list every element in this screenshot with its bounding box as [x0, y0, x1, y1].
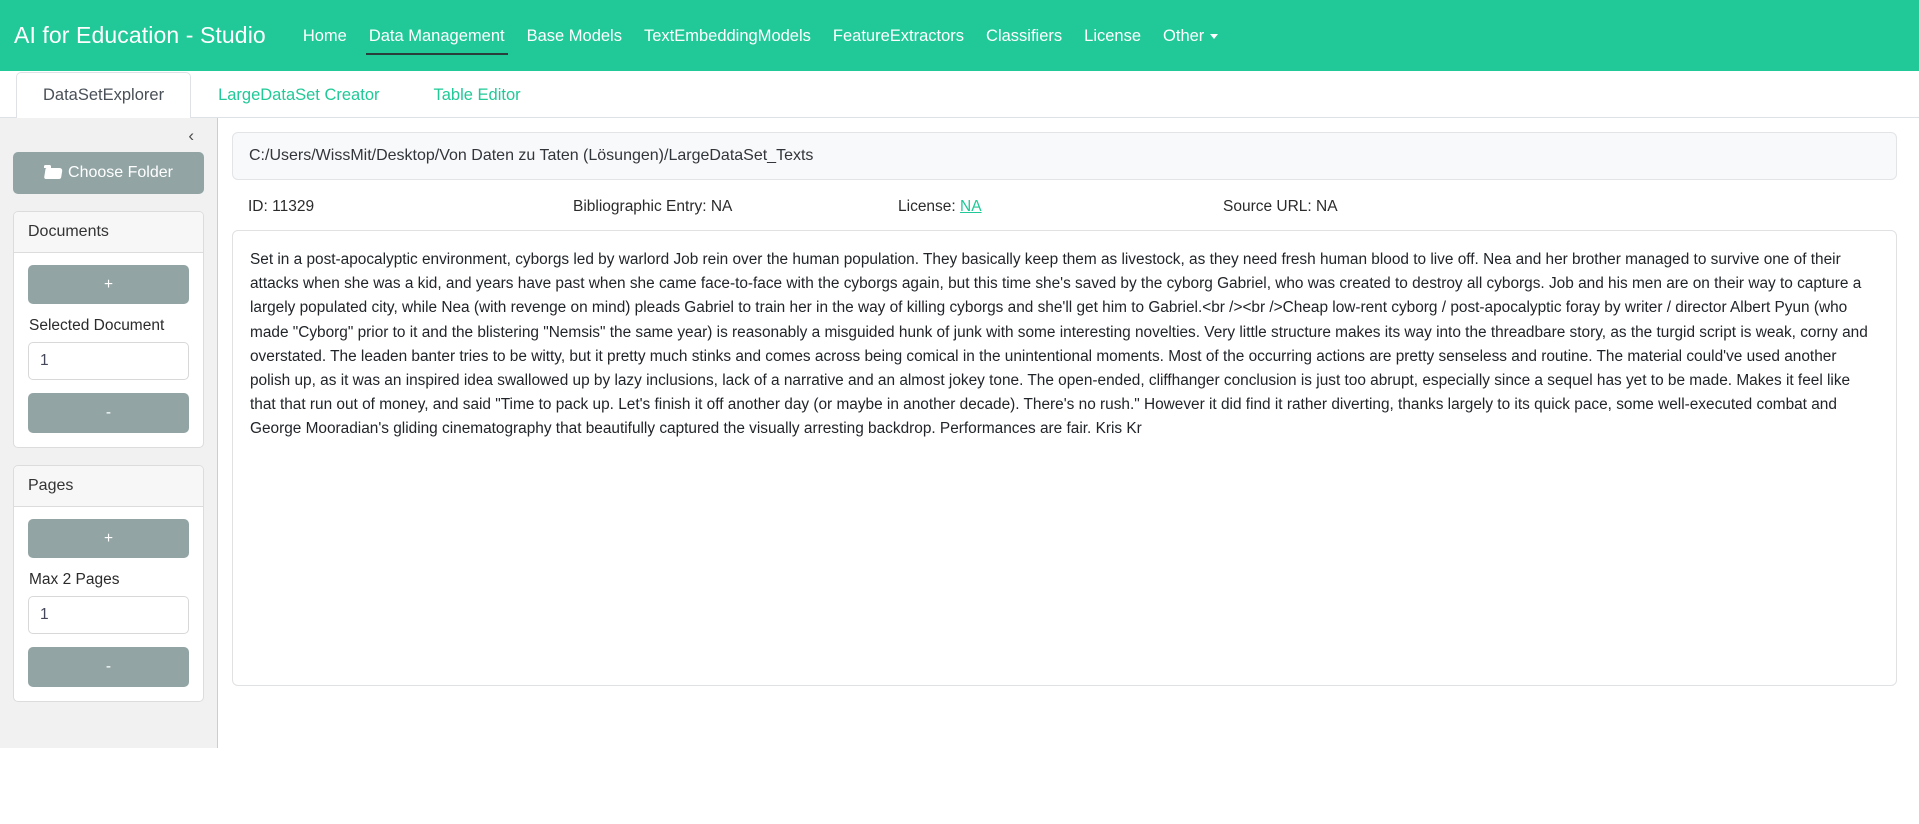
metadata-license: License: NA: [898, 198, 1223, 216]
tab-dataset-explorer[interactable]: DataSetExplorer: [16, 72, 192, 118]
document-metadata-row: ID: 11329 Bibliographic Entry: NA Licens…: [232, 180, 1897, 230]
metadata-source-url: Source URL: NA: [1223, 198, 1338, 215]
nav-links: Home Data Management Base Models TextEmb…: [292, 0, 1230, 71]
tab-table-editor[interactable]: Table Editor: [407, 72, 548, 118]
documents-decrement-button[interactable]: -: [28, 393, 189, 433]
pages-increment-button[interactable]: +: [28, 518, 189, 559]
chevron-down-icon: [1210, 34, 1219, 40]
nav-link-other-label: Other: [1163, 27, 1205, 46]
document-text: Set in a post-apocalyptic environment, c…: [250, 251, 1868, 438]
tab-largedataset-creator[interactable]: LargeDataSet Creator: [191, 72, 406, 118]
nav-link-data-management[interactable]: Data Management: [358, 4, 516, 67]
chevron-left-icon[interactable]: ‹: [182, 125, 200, 146]
documents-increment-button[interactable]: +: [28, 265, 189, 305]
documents-panel: Documents + Selected Document -: [13, 211, 204, 448]
document-text-card: Set in a post-apocalyptic environment, c…: [232, 230, 1897, 686]
main-content: C:/Users/WissMit/Desktop/Von Daten zu Ta…: [218, 118, 1919, 686]
nav-link-classifiers[interactable]: Classifiers: [975, 4, 1073, 67]
choose-folder-button[interactable]: Choose Folder: [13, 152, 204, 194]
metadata-id: ID: 11329: [248, 198, 315, 215]
documents-panel-body: + Selected Document -: [14, 253, 203, 447]
documents-panel-title: Documents: [14, 212, 203, 253]
nav-link-base-models[interactable]: Base Models: [516, 4, 633, 67]
choose-folder-label: Choose Folder: [68, 164, 173, 181]
nav-link-license[interactable]: License: [1073, 4, 1152, 67]
sidebar-collapse-row: ‹: [13, 118, 204, 152]
nav-link-text-embedding-models[interactable]: TextEmbeddingModels: [633, 4, 822, 67]
pages-panel-title: Pages: [14, 465, 203, 507]
tab-strip: DataSetExplorer LargeDataSet Creator Tab…: [0, 71, 1919, 118]
metadata-license-prefix: License:: [898, 198, 961, 215]
max-pages-label: Max 2 Pages: [29, 571, 120, 589]
page-layout: ‹ Choose Folder Documents + Selected Doc…: [0, 118, 1919, 824]
selected-document-input[interactable]: [28, 342, 189, 381]
dataset-path-bar: C:/Users/WissMit/Desktop/Von Daten zu Ta…: [232, 132, 1897, 180]
nav-link-home[interactable]: Home: [292, 4, 358, 67]
selected-document-label: Selected Document: [29, 317, 165, 335]
sidebar: ‹ Choose Folder Documents + Selected Doc…: [0, 118, 218, 748]
folder-open-icon: [44, 165, 61, 178]
nav-link-other[interactable]: Other: [1152, 4, 1229, 67]
pages-panel: Pages + Max 2 Pages -: [13, 464, 204, 702]
pages-panel-body: + Max 2 Pages -: [14, 507, 203, 701]
metadata-bibliographic-entry: Bibliographic Entry: NA: [573, 198, 733, 215]
metadata-license-link[interactable]: NA: [960, 198, 982, 215]
nav-link-feature-extractors[interactable]: FeatureExtractors: [822, 4, 975, 67]
app-brand: AI for Education - Studio: [14, 22, 266, 48]
top-navbar: AI for Education - Studio Home Data Mana…: [0, 0, 1919, 71]
max-pages-input[interactable]: [28, 596, 189, 635]
pages-decrement-button[interactable]: -: [28, 647, 189, 687]
